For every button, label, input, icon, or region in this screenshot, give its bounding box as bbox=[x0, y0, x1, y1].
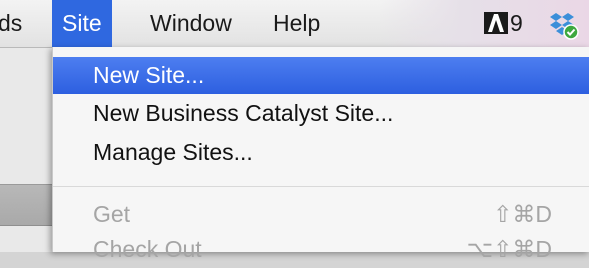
menu-item-label: Get bbox=[93, 201, 131, 227]
site-menu-dropdown: New Site... New Business Catalyst Site..… bbox=[52, 47, 589, 262]
menu-item-shortcut: ⇧⌘D bbox=[493, 201, 552, 227]
menu-item-get: Get ⇧⌘D bbox=[53, 196, 589, 233]
menu-item-new-site[interactable]: New Site... bbox=[53, 57, 589, 94]
menu-item-shortcut: ⌥⇧⌘D bbox=[466, 236, 552, 262]
menu-title-clipped[interactable]: ds bbox=[0, 0, 38, 47]
menu-window[interactable]: Window bbox=[150, 0, 232, 47]
menu-item-label: New Business Catalyst Site... bbox=[93, 100, 394, 126]
menu-site[interactable]: Site bbox=[52, 0, 112, 47]
adobe-a-icon[interactable] bbox=[484, 12, 508, 34]
menu-separator bbox=[53, 186, 589, 187]
menu-item-label: Manage Sites... bbox=[93, 139, 253, 165]
menu-item-check-out: Check Out ⌥⇧⌘D bbox=[53, 231, 589, 268]
status-count: 9 bbox=[510, 10, 523, 36]
menu-bar: ds Site Window Help 9 bbox=[0, 0, 589, 48]
menu-item-new-business-catalyst-site[interactable]: New Business Catalyst Site... bbox=[53, 95, 589, 132]
menu-item-manage-sites[interactable]: Manage Sites... bbox=[53, 134, 589, 171]
menu-item-label: New Site... bbox=[93, 62, 205, 88]
menu-help[interactable]: Help bbox=[273, 0, 320, 47]
dropbox-icon[interactable] bbox=[548, 10, 580, 40]
menu-item-label: Check Out bbox=[93, 236, 202, 262]
